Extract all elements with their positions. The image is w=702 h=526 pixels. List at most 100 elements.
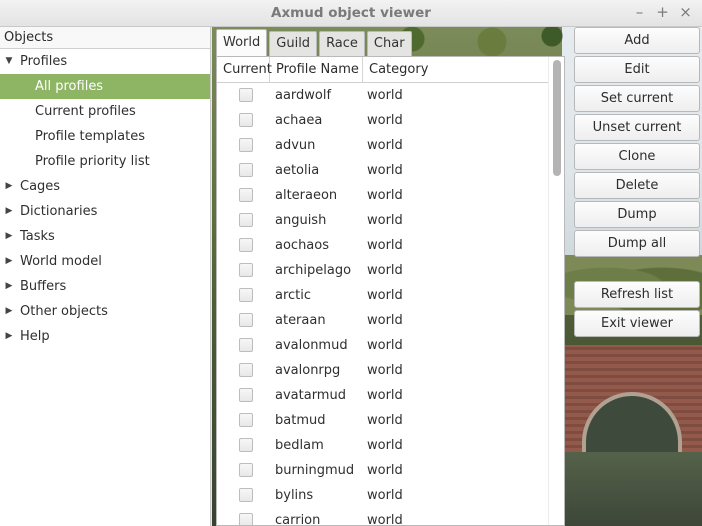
close-icon[interactable]: ×: [677, 3, 694, 22]
expand-right-icon[interactable]: ▶: [4, 249, 14, 274]
tree-item-help[interactable]: ▶ Help: [0, 324, 210, 349]
tab-race[interactable]: Race: [319, 31, 365, 56]
clone-button[interactable]: Clone: [574, 143, 700, 170]
current-checkbox[interactable]: [239, 113, 253, 127]
set-current-button[interactable]: Set current: [574, 85, 700, 112]
expand-right-icon[interactable]: ▶: [4, 324, 14, 349]
table-row[interactable]: alteraeon world: [217, 183, 548, 208]
tree-item-profiles[interactable]: ▼ Profiles: [0, 49, 210, 74]
tree-item-profile-priority-list[interactable]: Profile priority list: [0, 149, 210, 174]
table-row[interactable]: burningmud world: [217, 458, 548, 483]
tree-item-world-model[interactable]: ▶ World model: [0, 249, 210, 274]
table-row[interactable]: archipelago world: [217, 258, 548, 283]
profile-tabs: World Guild Race Char: [216, 29, 414, 56]
table-row[interactable]: aardwolf world: [217, 83, 548, 108]
tree-item-cages[interactable]: ▶ Cages: [0, 174, 210, 199]
tree-header[interactable]: Objects: [0, 27, 210, 49]
table-row[interactable]: avatarmud world: [217, 383, 548, 408]
category-cell: world: [367, 188, 403, 203]
delete-button[interactable]: Delete: [574, 172, 700, 199]
current-checkbox[interactable]: [239, 138, 253, 152]
expand-right-icon[interactable]: ▶: [4, 199, 14, 224]
category-cell: world: [367, 163, 403, 178]
current-checkbox[interactable]: [239, 188, 253, 202]
current-checkbox[interactable]: [239, 163, 253, 177]
tab-guild[interactable]: Guild: [269, 31, 318, 56]
category-cell: world: [367, 463, 403, 478]
profile-name-cell: bylins: [275, 488, 314, 503]
category-cell: world: [367, 513, 403, 526]
current-checkbox[interactable]: [239, 288, 253, 302]
profile-name-cell: carrion: [275, 513, 321, 526]
table-row[interactable]: avalonrpg world: [217, 358, 548, 383]
current-checkbox[interactable]: [239, 488, 253, 502]
tree-item-label: Help: [20, 329, 50, 344]
tree-item-label: Dictionaries: [20, 204, 98, 219]
current-checkbox[interactable]: [239, 338, 253, 352]
current-checkbox[interactable]: [239, 513, 253, 525]
tree-item-tasks[interactable]: ▶ Tasks: [0, 224, 210, 249]
tab-char[interactable]: Char: [366, 31, 412, 56]
column-header-profile-name[interactable]: Profile Name: [270, 57, 363, 83]
table-row[interactable]: batmud world: [217, 408, 548, 433]
table-row[interactable]: ateraan world: [217, 308, 548, 333]
table-row[interactable]: anguish world: [217, 208, 548, 233]
expand-right-icon[interactable]: ▶: [4, 274, 14, 299]
refresh-list-button[interactable]: Refresh list: [574, 281, 700, 308]
tree-item-label: All profiles: [35, 79, 104, 94]
tree-item-buffers[interactable]: ▶ Buffers: [0, 274, 210, 299]
dump-button[interactable]: Dump: [574, 201, 700, 228]
maximize-icon[interactable]: +: [654, 3, 671, 22]
expand-right-icon[interactable]: ▶: [4, 299, 14, 324]
tree-item-dictionaries[interactable]: ▶ Dictionaries: [0, 199, 210, 224]
expand-down-icon[interactable]: ▼: [4, 49, 14, 74]
category-cell: world: [367, 288, 403, 303]
current-checkbox[interactable]: [239, 438, 253, 452]
current-checkbox[interactable]: [239, 263, 253, 277]
table-row[interactable]: avalonmud world: [217, 333, 548, 358]
table-row[interactable]: arctic world: [217, 283, 548, 308]
profile-name-cell: avalonrpg: [275, 363, 341, 378]
profile-name-cell: avalonmud: [275, 338, 348, 353]
expand-right-icon[interactable]: ▶: [4, 224, 14, 249]
profile-name-cell: aetolia: [275, 163, 320, 178]
dump-all-button[interactable]: Dump all: [574, 230, 700, 257]
scrollbar-thumb[interactable]: [553, 60, 561, 176]
table-row[interactable]: achaea world: [217, 108, 548, 133]
current-checkbox[interactable]: [239, 413, 253, 427]
profile-name-cell: arctic: [275, 288, 312, 303]
tree-item-current-profiles[interactable]: Current profiles: [0, 99, 210, 124]
category-cell: world: [367, 413, 403, 428]
current-checkbox[interactable]: [239, 88, 253, 102]
tree-item-label: Tasks: [20, 229, 55, 244]
add-button[interactable]: Add: [574, 27, 700, 54]
current-checkbox[interactable]: [239, 213, 253, 227]
tree-item-profile-templates[interactable]: Profile templates: [0, 124, 210, 149]
minimize-icon[interactable]: –: [631, 3, 648, 22]
table-row[interactable]: aochaos world: [217, 233, 548, 258]
tree-item-other-objects[interactable]: ▶ Other objects: [0, 299, 210, 324]
column-header-category[interactable]: Category: [363, 57, 549, 83]
table-row[interactable]: bedlam world: [217, 433, 548, 458]
table-row[interactable]: bylins world: [217, 483, 548, 508]
category-cell: world: [367, 388, 403, 403]
edit-button[interactable]: Edit: [574, 56, 700, 83]
current-checkbox[interactable]: [239, 363, 253, 377]
tree-item-all-profiles[interactable]: All profiles: [0, 74, 210, 99]
unset-current-button[interactable]: Unset current: [574, 114, 700, 141]
table-row[interactable]: aetolia world: [217, 158, 548, 183]
table-row[interactable]: advun world: [217, 133, 548, 158]
tab-world[interactable]: World: [216, 29, 268, 56]
current-checkbox[interactable]: [239, 313, 253, 327]
column-header-current[interactable]: Current: [217, 57, 272, 83]
profile-name-cell: bedlam: [275, 438, 324, 453]
exit-viewer-button[interactable]: Exit viewer: [574, 310, 700, 337]
current-checkbox[interactable]: [239, 388, 253, 402]
tree-item-label: Profiles: [20, 54, 68, 69]
expand-right-icon[interactable]: ▶: [4, 174, 14, 199]
current-checkbox[interactable]: [239, 463, 253, 477]
vertical-scrollbar[interactable]: [548, 57, 564, 525]
table-row[interactable]: carrion world: [217, 508, 548, 526]
profile-name-cell: aochaos: [275, 238, 329, 253]
current-checkbox[interactable]: [239, 238, 253, 252]
